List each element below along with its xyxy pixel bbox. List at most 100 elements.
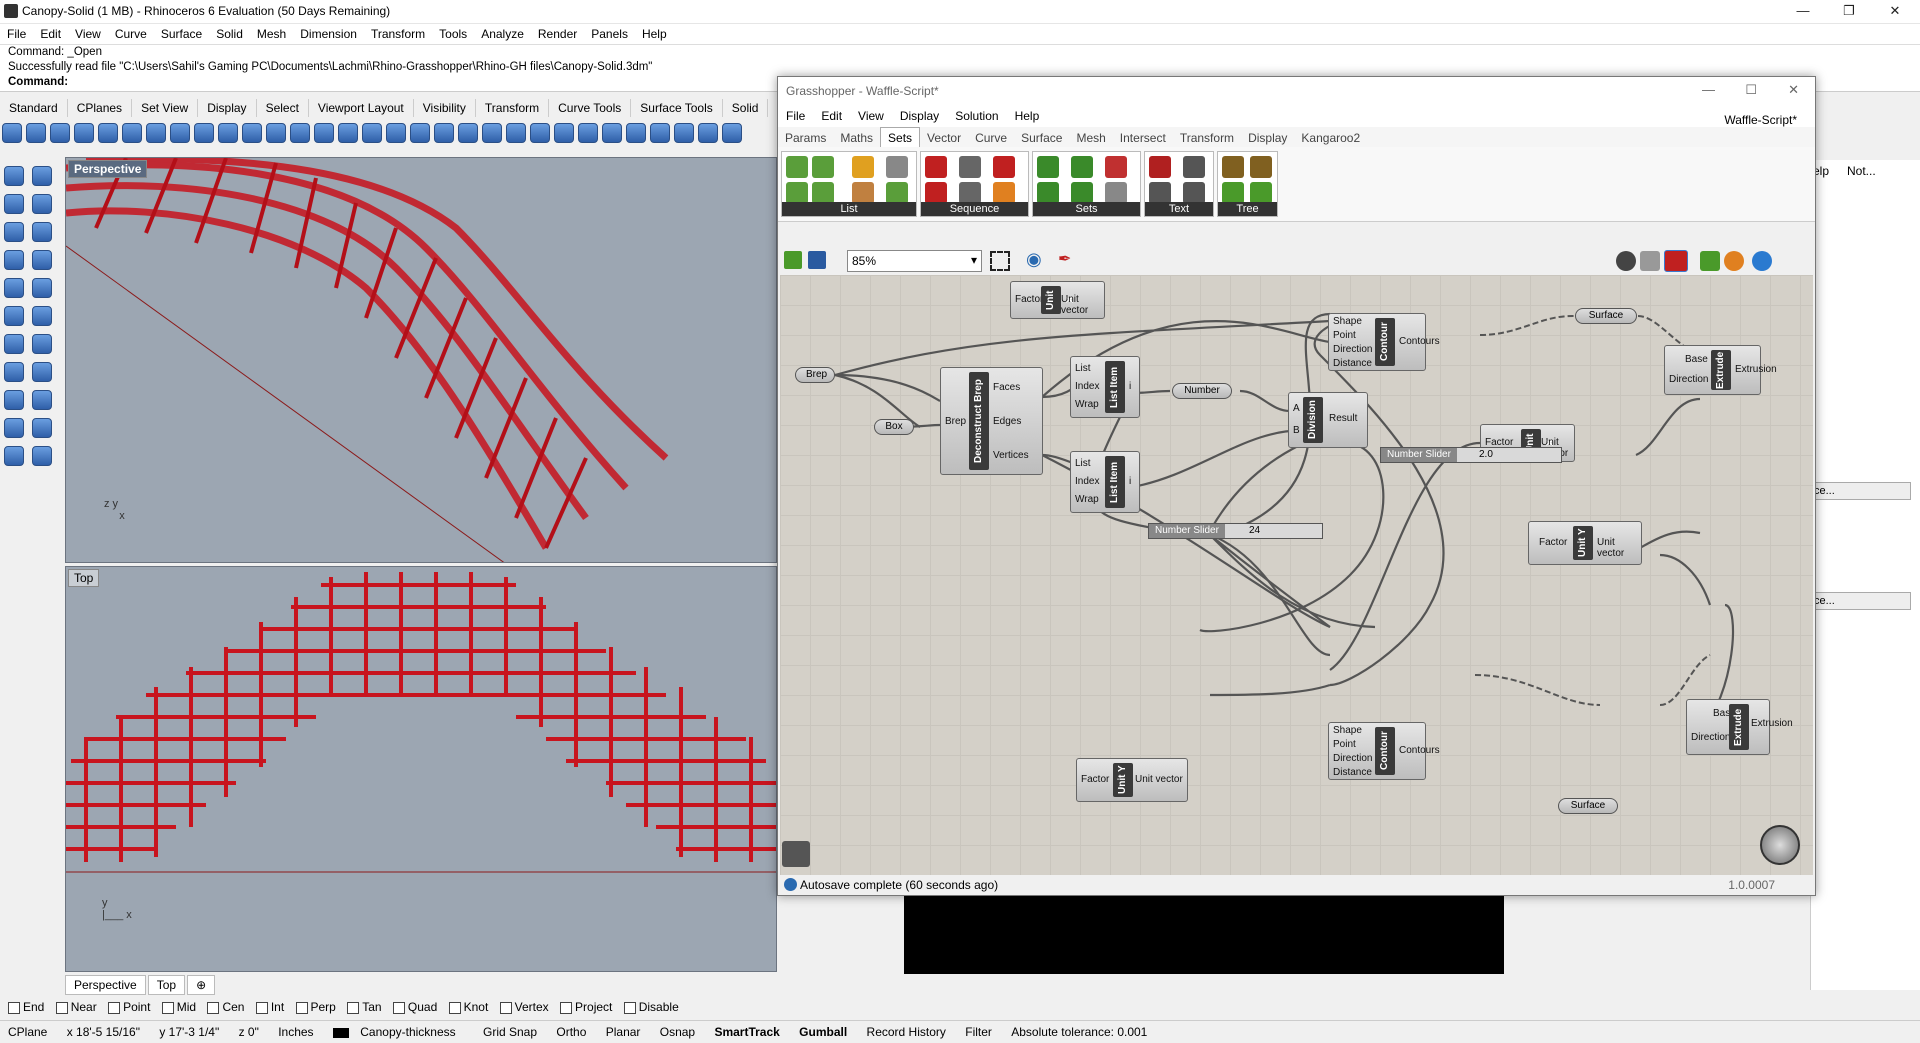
menu-mesh[interactable]: Mesh xyxy=(250,24,293,41)
list-tool-icon[interactable] xyxy=(852,182,874,204)
tool-icon[interactable] xyxy=(386,123,406,143)
tool-icon[interactable] xyxy=(674,123,694,143)
units-label[interactable]: Inches xyxy=(270,1023,321,1041)
menu-solid[interactable]: Solid xyxy=(209,24,250,41)
tool-icon[interactable] xyxy=(626,123,646,143)
gh-tab-sets[interactable]: Sets xyxy=(880,127,921,148)
preview-mode-icon[interactable] xyxy=(1616,251,1636,271)
tool-icon[interactable] xyxy=(218,123,238,143)
display-icon[interactable] xyxy=(1724,251,1744,271)
osnap-end[interactable]: End xyxy=(8,1000,44,1014)
gh-tab-transform[interactable]: Transform xyxy=(1173,128,1241,148)
gh-menu-file[interactable]: File xyxy=(778,105,813,123)
gh-maximize-button[interactable]: ☐ xyxy=(1745,82,1757,98)
menu-curve[interactable]: Curve xyxy=(108,24,154,41)
osnap-cen[interactable]: Cen xyxy=(207,1000,244,1014)
tool-icon[interactable] xyxy=(32,362,52,382)
gh-component-extrude[interactable]: Base Direction Extrude Extrusion xyxy=(1686,699,1793,755)
list-tool-icon[interactable] xyxy=(812,156,834,178)
tab-surface-tools[interactable]: Surface Tools xyxy=(631,99,723,117)
tool-icon[interactable] xyxy=(194,123,214,143)
gh-menu-help[interactable]: Help xyxy=(1007,105,1048,123)
smarttrack-toggle[interactable]: SmartTrack xyxy=(706,1023,787,1041)
gh-tab-curve[interactable]: Curve xyxy=(968,128,1014,148)
tool-icon[interactable] xyxy=(434,123,454,143)
tab-display[interactable]: Display xyxy=(198,99,257,117)
minimize-button[interactable]: — xyxy=(1780,0,1826,24)
tool-icon[interactable] xyxy=(32,418,52,438)
tool-icon[interactable] xyxy=(362,123,382,143)
tool-icon[interactable] xyxy=(4,446,24,466)
gh-tab-vector[interactable]: Vector xyxy=(920,128,968,148)
grid-snap-toggle[interactable]: Grid Snap xyxy=(475,1023,545,1041)
viewport-tab-top[interactable]: Top xyxy=(147,975,186,995)
gh-number-slider[interactable]: Number Slider 2.0 xyxy=(1380,447,1562,463)
osnap-near[interactable]: Near xyxy=(55,1000,97,1014)
gh-tab-maths[interactable]: Maths xyxy=(833,128,880,148)
tool-icon[interactable] xyxy=(146,123,166,143)
tool-icon[interactable] xyxy=(32,334,52,354)
tool-icon[interactable] xyxy=(32,250,52,270)
panel-button[interactable]: ce... xyxy=(1811,592,1911,610)
gh-tab-mesh[interactable]: Mesh xyxy=(1069,128,1112,148)
gh-component-contour[interactable]: Shape Point Direction Distance Contour C… xyxy=(1328,313,1440,371)
tool-icon[interactable] xyxy=(698,123,718,143)
osnap-int[interactable]: Int xyxy=(255,1000,284,1014)
tab-viewport-layout[interactable]: Viewport Layout xyxy=(309,99,414,117)
osnap-point[interactable]: Point xyxy=(108,1000,150,1014)
torus-icon[interactable] xyxy=(4,390,24,410)
tool-icon[interactable] xyxy=(32,390,52,410)
gh-component-extrude[interactable]: Base Direction Extrude Extrusion xyxy=(1664,345,1777,395)
cplane-label[interactable]: CPlane xyxy=(0,1023,55,1041)
sequence-tool-icon[interactable] xyxy=(993,156,1015,178)
text-tool-icon[interactable] xyxy=(1183,182,1205,204)
bake-icon[interactable] xyxy=(1700,251,1720,271)
gh-menu-display[interactable]: Display xyxy=(892,105,947,123)
tool-icon[interactable] xyxy=(602,123,622,143)
list-tool-icon[interactable] xyxy=(852,156,874,178)
tool-icon[interactable] xyxy=(4,418,24,438)
tool-icon[interactable] xyxy=(32,306,52,326)
gh-param-surface[interactable]: Surface xyxy=(1575,308,1637,324)
tool-icon[interactable] xyxy=(530,123,550,143)
gh-component-division[interactable]: A B Division Result xyxy=(1288,392,1368,448)
gh-component-list-item[interactable]: List Index Wrap List Item i xyxy=(1070,451,1140,513)
tab-select[interactable]: Select xyxy=(257,99,309,117)
gh-close-button[interactable]: ✕ xyxy=(1788,82,1799,98)
tool-icon[interactable] xyxy=(50,123,70,143)
tool-icon[interactable] xyxy=(4,222,24,242)
list-tool-icon[interactable] xyxy=(886,182,908,204)
osnap-knot[interactable]: Knot xyxy=(448,1000,488,1014)
preview-eye-icon[interactable]: ◉ xyxy=(1026,249,1042,270)
tool-icon[interactable] xyxy=(74,123,94,143)
menu-dimension[interactable]: Dimension xyxy=(293,24,364,41)
osnap-perp[interactable]: Perp xyxy=(295,1000,336,1014)
gh-param-number[interactable]: Number xyxy=(1172,383,1232,399)
preview-mode-icon[interactable] xyxy=(1640,251,1660,271)
sequence-tool-icon[interactable] xyxy=(925,156,947,178)
sets-tool-icon[interactable] xyxy=(1071,156,1093,178)
ortho-toggle[interactable]: Ortho xyxy=(548,1023,594,1041)
menu-surface[interactable]: Surface xyxy=(154,24,209,41)
tool-icon[interactable] xyxy=(4,194,24,214)
sets-tool-icon[interactable] xyxy=(1037,156,1059,178)
tool-icon[interactable] xyxy=(338,123,358,143)
tab-curve-tools[interactable]: Curve Tools xyxy=(549,99,632,117)
gh-canvas-menu-icon[interactable] xyxy=(782,841,810,867)
sphere-display-icon[interactable] xyxy=(1752,251,1772,271)
cone-icon[interactable] xyxy=(4,334,24,354)
osnap-toggle[interactable]: Osnap xyxy=(652,1023,703,1041)
tool-icon[interactable] xyxy=(32,194,52,214)
preview-mode-icon[interactable] xyxy=(1664,250,1688,272)
gh-tab-display[interactable]: Display xyxy=(1241,128,1294,148)
list-tool-icon[interactable] xyxy=(812,182,834,204)
gh-component-contour[interactable]: Shape Point Direction Distance Contour C… xyxy=(1328,722,1440,780)
tool-icon[interactable] xyxy=(482,123,502,143)
tool-icon[interactable] xyxy=(32,166,52,186)
box-icon[interactable] xyxy=(4,250,24,270)
tree-tool-icon[interactable] xyxy=(1250,182,1272,204)
open-file-icon[interactable] xyxy=(784,251,802,269)
tab-solid[interactable]: Solid xyxy=(723,99,769,117)
sequence-tool-icon[interactable] xyxy=(993,182,1015,204)
perspective-viewport[interactable]: Perspective z y x xyxy=(65,157,777,563)
